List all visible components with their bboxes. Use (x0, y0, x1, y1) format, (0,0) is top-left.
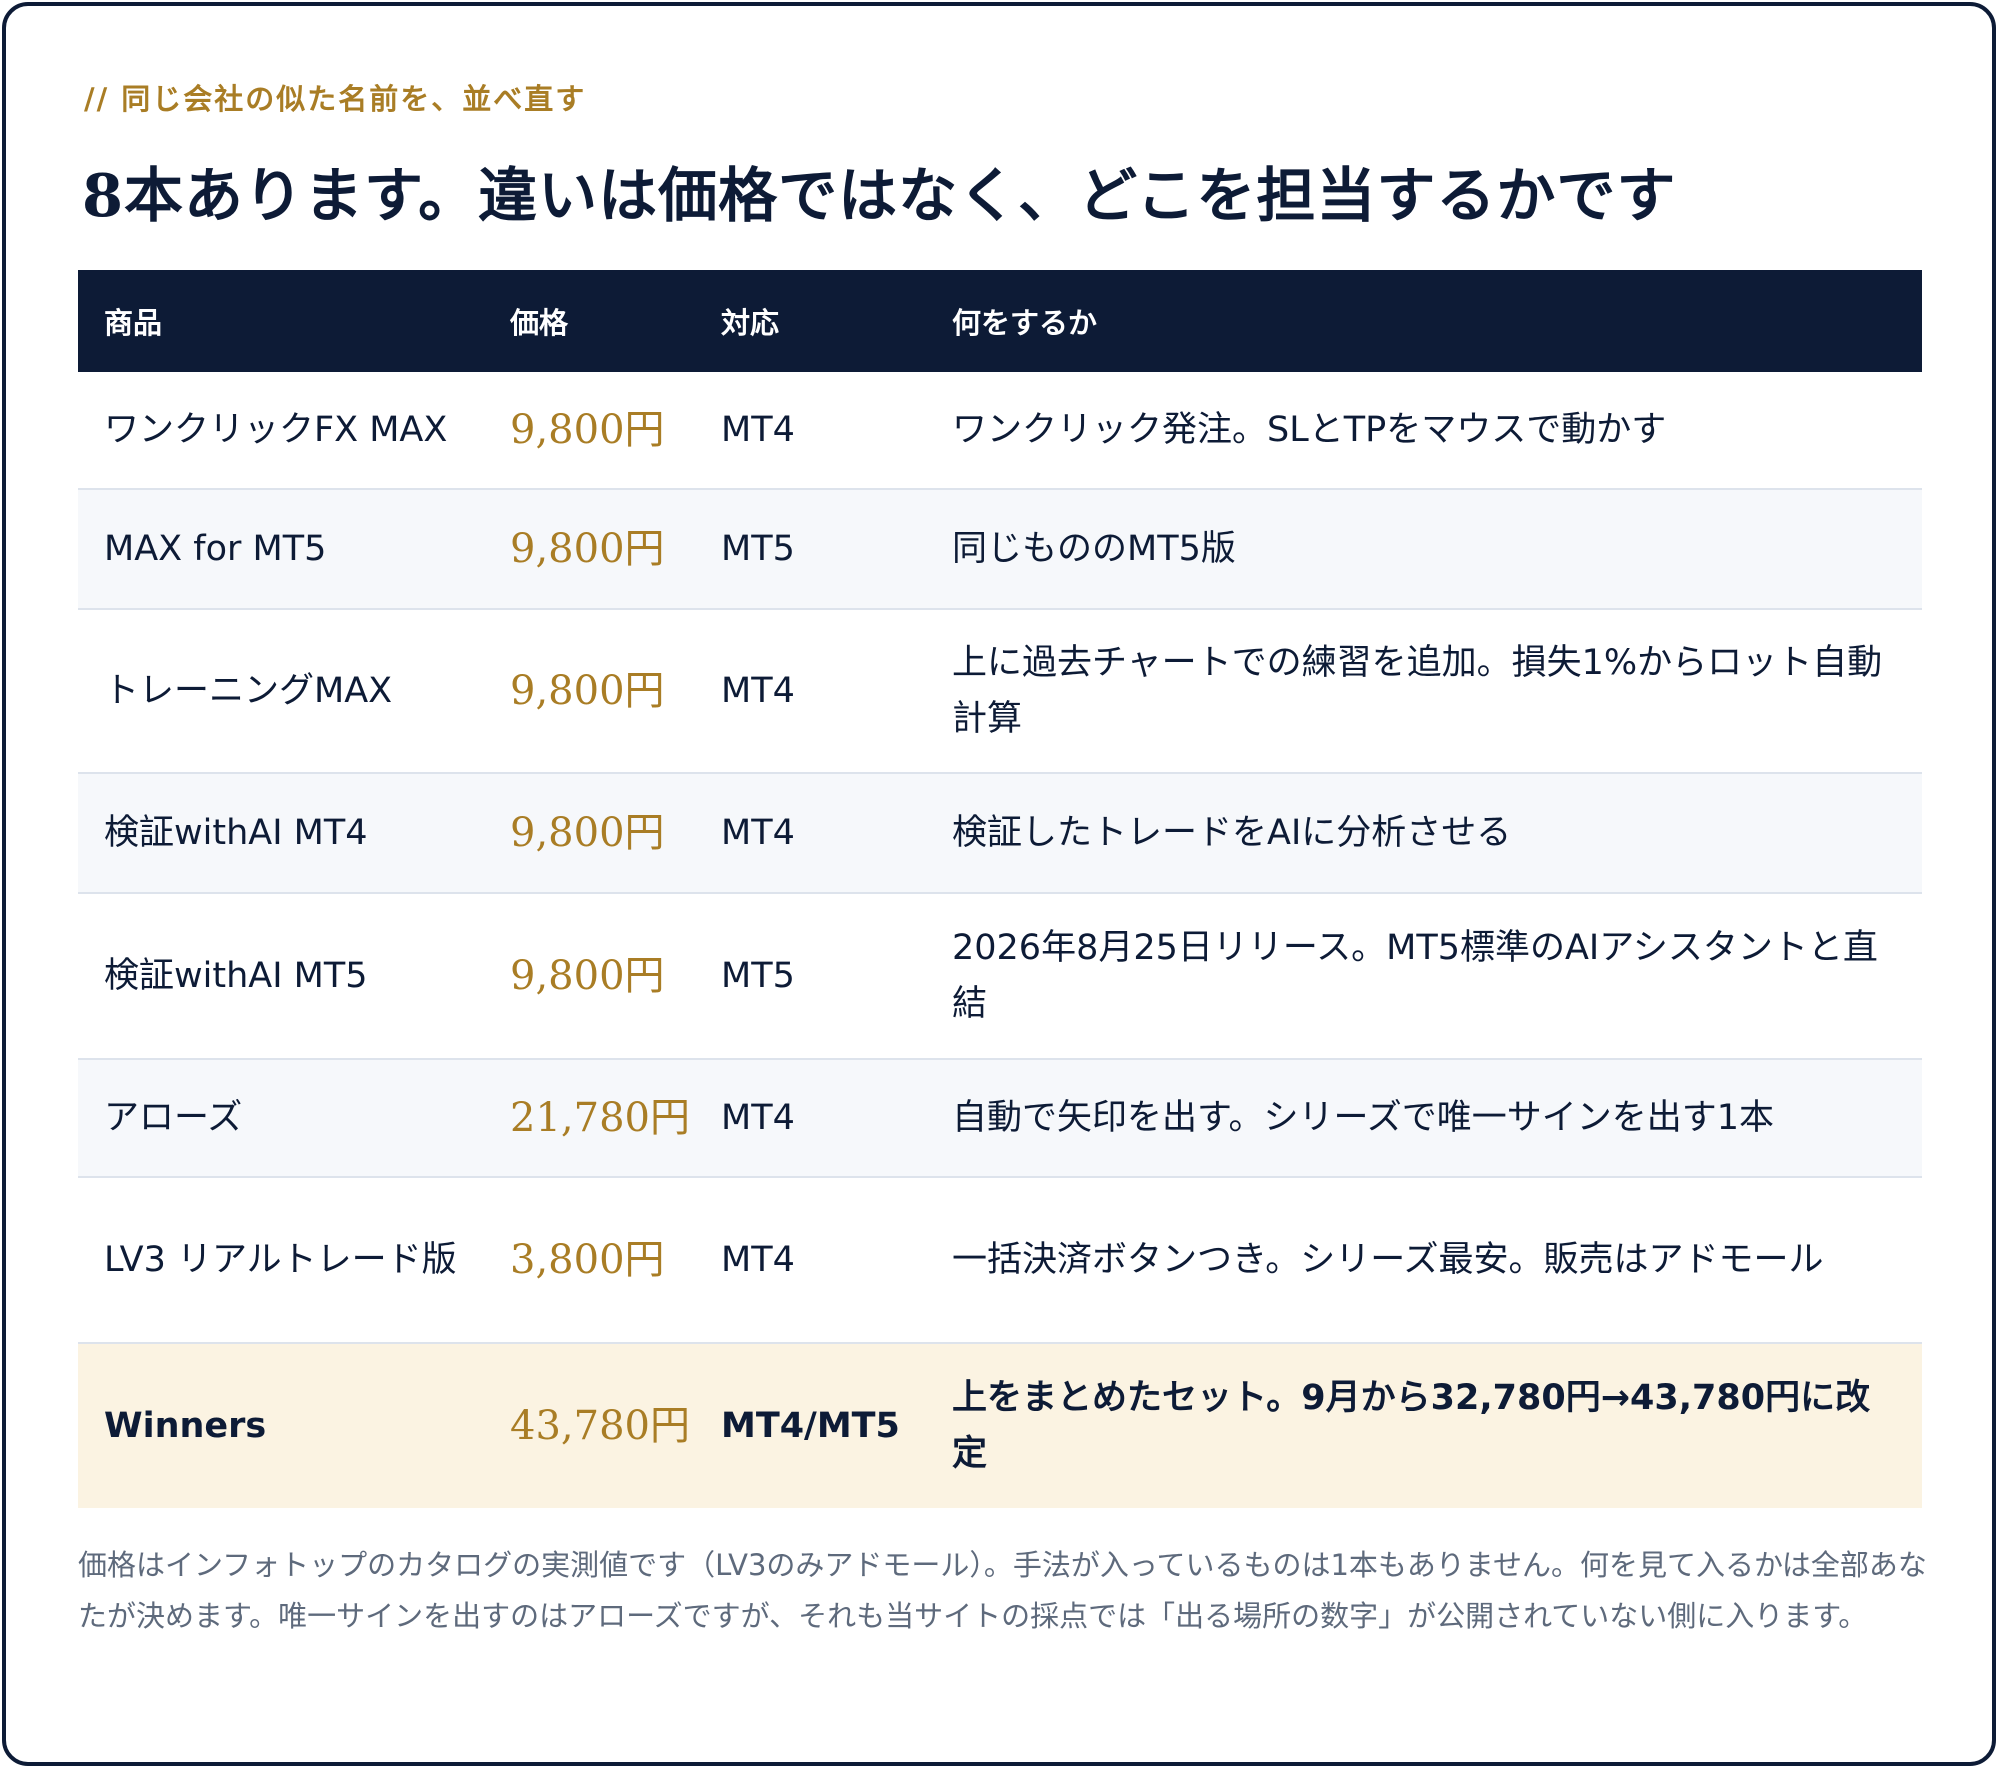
table-row-highlight: Winners 43,780円 MT4/MT5 上をまとめたセット。9月から32… (78, 1343, 1922, 1508)
product-price: 9,800円 (484, 609, 695, 774)
product-price: 43,780円 (484, 1343, 695, 1508)
page-title: 8本あります。違いは価格ではなく、どこを担当するかです (82, 161, 1677, 230)
footnote: 価格はインフォトップのカタログの実測値です（LV3のみアドモール）。手法が入って… (78, 1548, 1927, 1633)
header-price: 価格 (484, 270, 695, 372)
product-table: 商品 価格 対応 何をするか ワンクリックFX MAX 9,800円 MT4 ワ… (78, 270, 1922, 1508)
product-name: トレーニングMAX (78, 609, 484, 774)
header-platform: 対応 (695, 270, 926, 372)
product-platform: MT4 (695, 773, 926, 894)
product-name: 検証withAI MT5 (78, 893, 484, 1060)
product-platform: MT4 (695, 1059, 926, 1178)
product-description: 上に過去チャートでの練習を追加。損失1%からロット自動計算 (926, 609, 1922, 774)
product-description: ワンクリック発注。SLとTPをマウスで動かす (926, 372, 1922, 490)
product-description: 検証したトレードをAIに分析させる (926, 773, 1922, 894)
table-row: ワンクリックFX MAX 9,800円 MT4 ワンクリック発注。SLとTPをマ… (78, 372, 1922, 490)
product-name: ワンクリックFX MAX (78, 372, 484, 490)
table-row: 検証withAI MT4 9,800円 MT4 検証したトレードをAIに分析させ… (78, 773, 1922, 894)
header-product: 商品 (78, 270, 484, 372)
product-description: 上をまとめたセット。9月から32,780円→43,780円に改定 (926, 1343, 1922, 1508)
product-platform: MT5 (695, 893, 926, 1060)
header-description: 何をするか (926, 270, 1922, 372)
product-description: 2026年8月25日リリース。MT5標準のAIアシスタントと直結 (926, 893, 1922, 1060)
product-price: 9,800円 (484, 489, 695, 610)
table-row: アローズ 21,780円 MT4 自動で矢印を出す。シリーズで唯一サインを出す1… (78, 1059, 1922, 1178)
table-row: LV3 リアルトレード版 3,800円 MT4 一括決済ボタンつき。シリーズ最安… (78, 1177, 1922, 1344)
product-name: MAX for MT5 (78, 489, 484, 610)
product-platform: MT4 (695, 609, 926, 774)
table-header-row: 商品 価格 対応 何をするか (78, 270, 1922, 372)
product-price: 9,800円 (484, 372, 695, 490)
product-description: 一括決済ボタンつき。シリーズ最安。販売はアドモール (926, 1177, 1922, 1344)
product-price: 21,780円 (484, 1059, 695, 1178)
product-platform: MT5 (695, 489, 926, 610)
product-name: 検証withAI MT4 (78, 773, 484, 894)
table-row: トレーニングMAX 9,800円 MT4 上に過去チャートでの練習を追加。損失1… (78, 609, 1922, 774)
product-description: 自動で矢印を出す。シリーズで唯一サインを出す1本 (926, 1059, 1922, 1178)
table-row: MAX for MT5 9,800円 MT5 同じもののMT5版 (78, 489, 1922, 610)
product-platform: MT4 (695, 372, 926, 490)
product-name: LV3 リアルトレード版 (78, 1177, 484, 1344)
section-eyebrow: // 同じ会社の似た名前を、並べ直す (84, 82, 587, 116)
table-row: 検証withAI MT5 9,800円 MT5 2026年8月25日リリース。M… (78, 893, 1922, 1060)
product-price: 3,800円 (484, 1177, 695, 1344)
product-name: アローズ (78, 1059, 484, 1178)
product-name: Winners (78, 1343, 484, 1508)
product-price: 9,800円 (484, 893, 695, 1060)
product-description: 同じもののMT5版 (926, 489, 1922, 610)
product-platform: MT4/MT5 (695, 1343, 926, 1508)
product-price: 9,800円 (484, 773, 695, 894)
product-platform: MT4 (695, 1177, 926, 1344)
